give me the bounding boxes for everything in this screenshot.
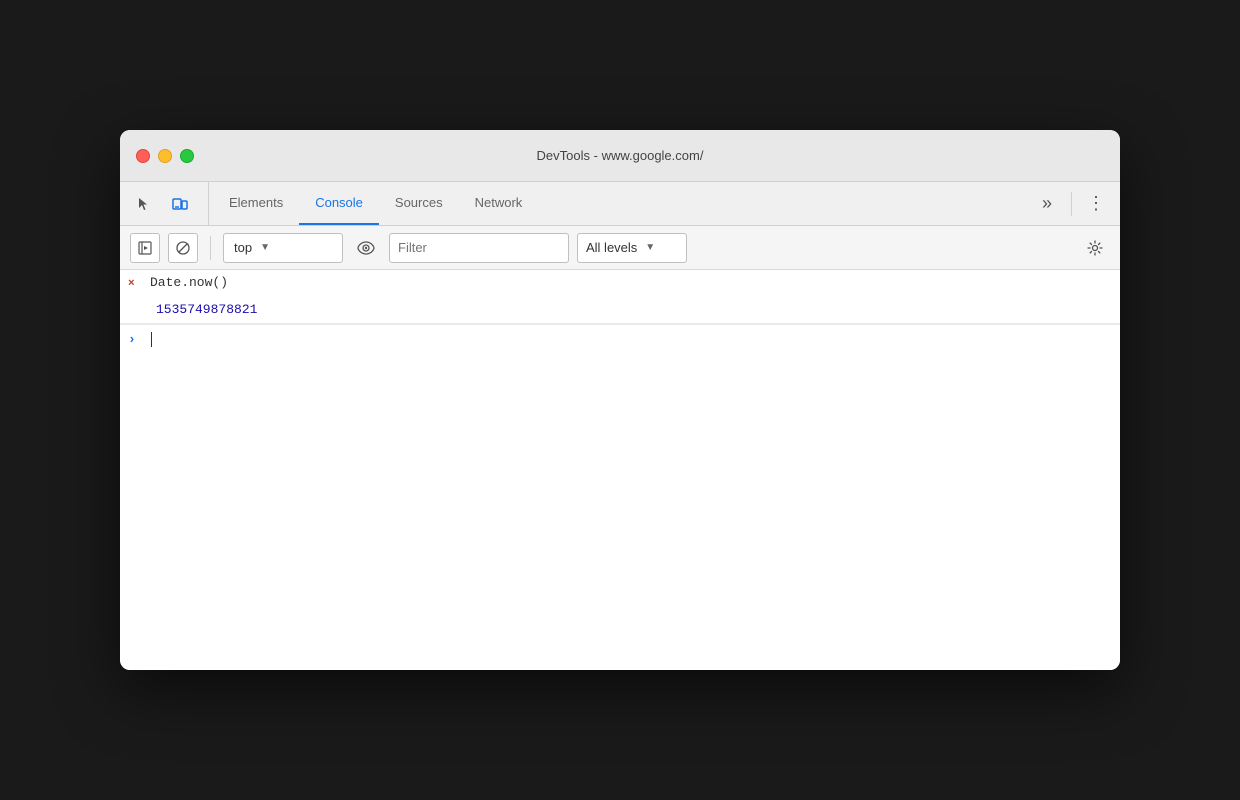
console-toolbar: top ▼ All levels ▼ [120,226,1120,270]
console-output-line: 1535749878821 [120,297,1120,323]
console-entry-input: × Date.now() 1535749878821 [120,270,1120,324]
tab-bar-right: » ⋮ [1031,182,1112,225]
inspect-icon-button[interactable] [128,188,160,220]
tab-bar-icons [128,182,209,225]
context-value: top [234,240,252,255]
devtools-window: DevTools - www.google.com/ Elements [120,130,1120,670]
traffic-lights [136,149,194,163]
chevron-down-icon: ▼ [260,242,270,253]
maximize-button[interactable] [180,149,194,163]
sidebar-toggle-button[interactable] [130,233,160,263]
console-input-area[interactable]: › [120,324,1120,353]
filter-input[interactable] [389,233,569,263]
tab-sources[interactable]: Sources [379,182,459,225]
tab-network[interactable]: Network [459,182,539,225]
close-button[interactable] [136,149,150,163]
log-levels-selector[interactable]: All levels ▼ [577,233,687,263]
tab-console[interactable]: Console [299,182,379,225]
divider [1071,192,1072,216]
error-x-icon: × [128,274,144,293]
context-selector[interactable]: top ▼ [223,233,343,263]
console-input-line: × Date.now() [120,270,1120,297]
console-output-value: 1535749878821 [156,301,1112,319]
device-mode-button[interactable] [164,188,196,220]
levels-value: All levels [586,240,637,255]
kebab-menu-button[interactable]: ⋮ [1080,188,1112,220]
minimize-button[interactable] [158,149,172,163]
window-title: DevTools - www.google.com/ [537,148,704,163]
settings-button[interactable] [1080,233,1110,263]
tab-bar: Elements Console Sources Network » ⋮ [120,182,1120,226]
console-input-text: Date.now() [150,274,1112,292]
watch-expressions-button[interactable] [351,233,381,263]
toolbar-divider [210,236,211,260]
output-spacer [128,301,150,302]
clear-console-button[interactable] [168,233,198,263]
more-tabs-button[interactable]: » [1031,188,1063,220]
title-bar: DevTools - www.google.com/ [120,130,1120,182]
cursor-blink [151,332,152,347]
levels-chevron-icon: ▼ [645,242,655,253]
console-body: × Date.now() 1535749878821 › [120,270,1120,670]
prompt-icon: › [128,331,144,347]
tab-elements[interactable]: Elements [213,182,299,225]
